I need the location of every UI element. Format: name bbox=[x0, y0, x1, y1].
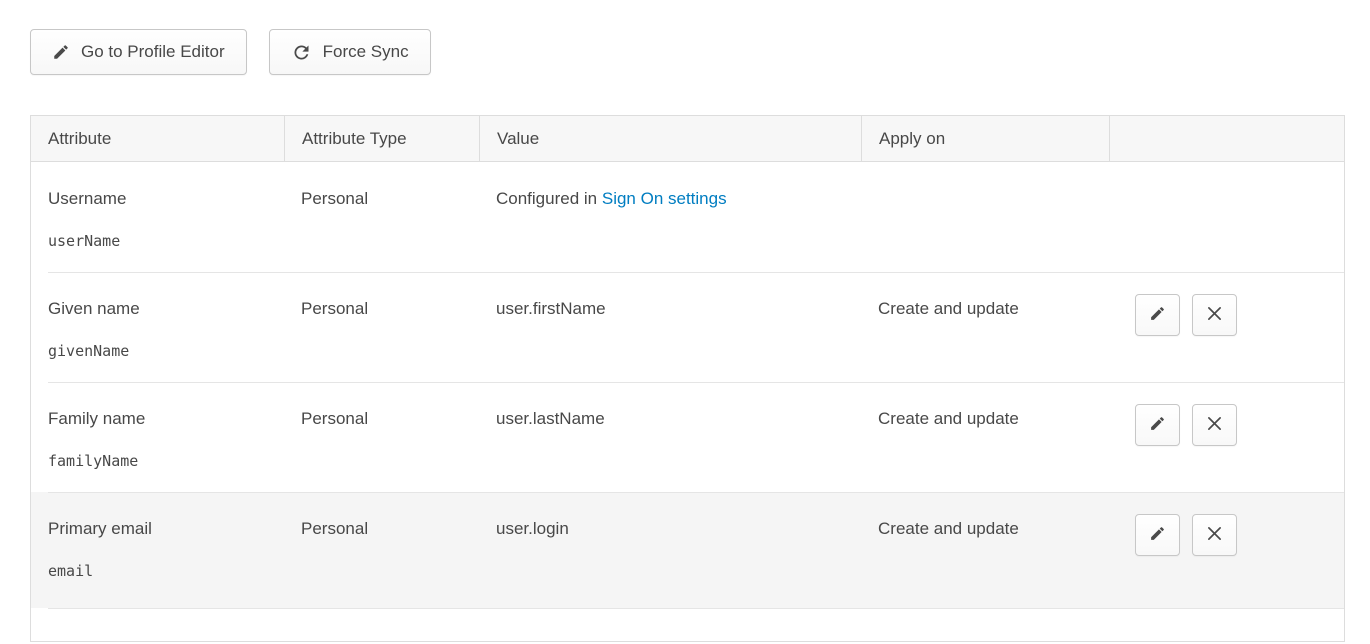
force-sync-label: Force Sync bbox=[323, 42, 409, 62]
actions-cell bbox=[1109, 492, 1344, 608]
attribute-code: givenName bbox=[48, 342, 274, 361]
apply-on-cell bbox=[861, 162, 1109, 272]
table-header-row: Attribute Attribute Type Value Apply on bbox=[31, 116, 1344, 162]
table-row-family-name: Family name familyName Personal user.las… bbox=[31, 382, 1344, 492]
value-cell: user.login bbox=[479, 492, 861, 608]
attribute-type-cell: Personal bbox=[284, 272, 479, 382]
remove-button[interactable] bbox=[1192, 514, 1237, 556]
edit-button[interactable] bbox=[1135, 514, 1180, 556]
value-cell: user.firstName bbox=[479, 272, 861, 382]
attribute-code: familyName bbox=[48, 452, 274, 471]
attribute-label: Family name bbox=[48, 408, 274, 429]
edit-button[interactable] bbox=[1135, 404, 1180, 446]
pencil-icon bbox=[1149, 415, 1166, 435]
close-icon bbox=[1207, 416, 1222, 434]
go-to-profile-editor-button[interactable]: Go to Profile Editor bbox=[30, 29, 247, 75]
attribute-type-cell: Personal bbox=[284, 492, 479, 608]
actions-cell bbox=[1109, 382, 1344, 492]
attribute-label: Username bbox=[48, 188, 274, 209]
close-icon bbox=[1207, 526, 1222, 544]
actions-cell bbox=[1109, 162, 1344, 272]
value-cell: Configured in Sign On settings bbox=[479, 162, 861, 272]
attribute-label: Given name bbox=[48, 298, 274, 319]
apply-on-cell: Create and update bbox=[861, 382, 1109, 492]
close-icon bbox=[1207, 306, 1222, 324]
attribute-type-cell: Personal bbox=[284, 382, 479, 492]
pencil-icon bbox=[52, 43, 70, 61]
attribute-type-cell: Personal bbox=[284, 162, 479, 272]
table-row-given-name: Given name givenName Personal user.first… bbox=[31, 272, 1344, 382]
column-header-attribute-type: Attribute Type bbox=[284, 116, 479, 161]
pencil-icon bbox=[1149, 305, 1166, 325]
attribute-cell: Username userName bbox=[31, 162, 284, 272]
attribute-mappings-table: Attribute Attribute Type Value Apply on … bbox=[30, 115, 1345, 642]
apply-on-cell: Create and update bbox=[861, 272, 1109, 382]
force-sync-button[interactable]: Force Sync bbox=[269, 29, 431, 75]
refresh-icon bbox=[291, 42, 312, 63]
column-header-attribute: Attribute bbox=[31, 116, 284, 161]
remove-button[interactable] bbox=[1192, 404, 1237, 446]
apply-on-cell: Create and update bbox=[861, 492, 1109, 608]
attribute-cell: Given name givenName bbox=[31, 272, 284, 382]
column-header-actions bbox=[1109, 116, 1344, 161]
actions-cell bbox=[1109, 272, 1344, 382]
toolbar: Go to Profile Editor Force Sync bbox=[30, 29, 1340, 75]
attribute-code: userName bbox=[48, 232, 274, 251]
attribute-cell: Primary email email bbox=[31, 492, 284, 608]
remove-button[interactable] bbox=[1192, 294, 1237, 336]
go-to-profile-editor-label: Go to Profile Editor bbox=[81, 42, 225, 62]
attribute-cell: Family name familyName bbox=[31, 382, 284, 492]
column-header-value: Value bbox=[479, 116, 861, 161]
sign-on-settings-link[interactable]: Sign On settings bbox=[602, 189, 727, 208]
value-cell: user.lastName bbox=[479, 382, 861, 492]
pencil-icon bbox=[1149, 525, 1166, 545]
table-row-partial bbox=[31, 608, 1344, 641]
table-row-username: Username userName Personal Configured in… bbox=[31, 162, 1344, 272]
column-header-apply-on: Apply on bbox=[861, 116, 1109, 161]
attribute-code: email bbox=[48, 562, 274, 581]
edit-button[interactable] bbox=[1135, 294, 1180, 336]
attribute-label: Primary email bbox=[48, 518, 274, 539]
table-row-primary-email: Primary email email Personal user.login … bbox=[31, 492, 1344, 608]
value-text: Configured in bbox=[496, 189, 597, 208]
